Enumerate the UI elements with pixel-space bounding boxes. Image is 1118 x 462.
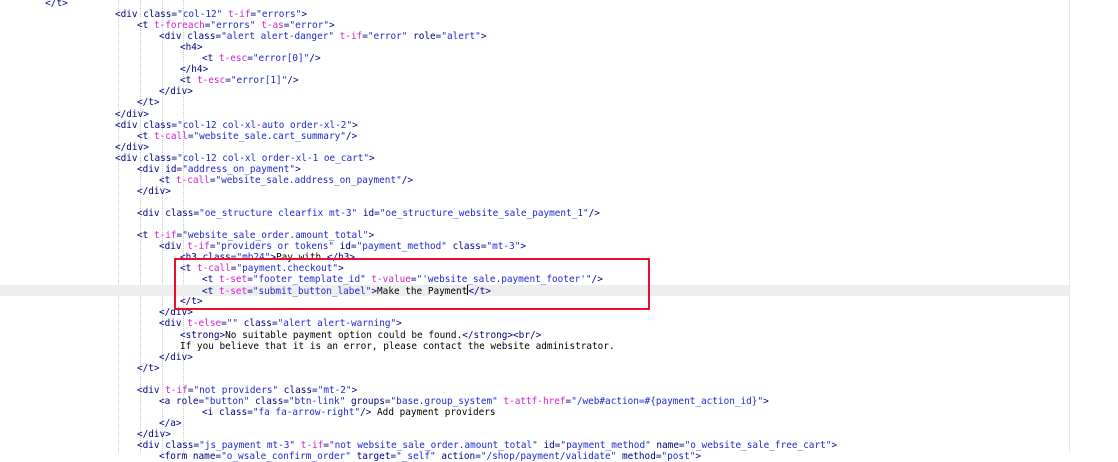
code-line[interactable]: <t t-esc="error[0]"/>: [0, 53, 1070, 64]
code-line[interactable]: <div class="col-12" t-if="errors">: [0, 9, 1070, 20]
code-line[interactable]: <div class="alert alert-danger" t-if="er…: [0, 31, 1070, 42]
code-line[interactable]: <div t-else="" class="alert alert-warnin…: [0, 318, 1070, 329]
code-line[interactable]: </div>: [0, 352, 1070, 363]
highlight-annotation-box: [174, 258, 650, 310]
code-line[interactable]: <t t-esc="error[1]"/>: [0, 75, 1070, 86]
code-line[interactable]: <t t-if="website_sale_order.amount_total…: [0, 230, 1070, 241]
code-line[interactable]: <i class="fa fa-arrow-right"/> Add payme…: [0, 407, 1070, 418]
code-line[interactable]: </t>: [0, 0, 1070, 9]
code-line[interactable]: If you believe that it is an error, plea…: [0, 341, 1070, 352]
code-line[interactable]: <strong>No suitable payment option could…: [0, 330, 1070, 341]
code-line[interactable]: [0, 374, 1070, 385]
code-line[interactable]: </div>: [0, 429, 1070, 440]
code-line[interactable]: </a>: [0, 418, 1070, 429]
code-line[interactable]: <div id="address_on_payment">: [0, 164, 1070, 175]
code-line[interactable]: <div class="col-12 col-xl-auto order-xl-…: [0, 120, 1070, 131]
code-line[interactable]: <t t-call="website_sale.address_on_payme…: [0, 175, 1070, 186]
code-line[interactable]: </div>: [0, 142, 1070, 153]
code-line[interactable]: <t t-call="website_sale.cart_summary"/>: [0, 131, 1070, 142]
code-line[interactable]: <t t-foreach="errors" t-as="error">: [0, 20, 1070, 31]
code-line[interactable]: </div>: [0, 109, 1070, 120]
code-line[interactable]: </h4>: [0, 64, 1070, 75]
code-line[interactable]: </div>: [0, 186, 1070, 197]
code-line[interactable]: <div t-if="providers or tokens" id="paym…: [0, 241, 1070, 252]
code-line[interactable]: <a role="button" class="btn-link" groups…: [0, 396, 1070, 407]
code-line[interactable]: <div t-if="not providers" class="mt-2">: [0, 385, 1070, 396]
code-line[interactable]: </t>: [0, 97, 1070, 108]
code-line[interactable]: [0, 197, 1070, 208]
code-editor[interactable]: </t> <div class="col-12" t-if="errors"> <t…: [0, 0, 1118, 462]
code-line[interactable]: </t>: [0, 363, 1070, 374]
code-line[interactable]: [0, 219, 1070, 230]
code-line[interactable]: <h4>: [0, 42, 1070, 53]
vertical-scrollbar[interactable]: [1069, 0, 1118, 453]
code-line[interactable]: <div class="col-12 col-xl order-xl-1 oe_…: [0, 153, 1070, 164]
code-line[interactable]: </div>: [0, 86, 1070, 97]
code-line[interactable]: <div class="js_payment mt-3" t-if="not w…: [0, 440, 1070, 451]
code-line[interactable]: <div class="oe_structure clearfix mt-3" …: [0, 208, 1070, 219]
